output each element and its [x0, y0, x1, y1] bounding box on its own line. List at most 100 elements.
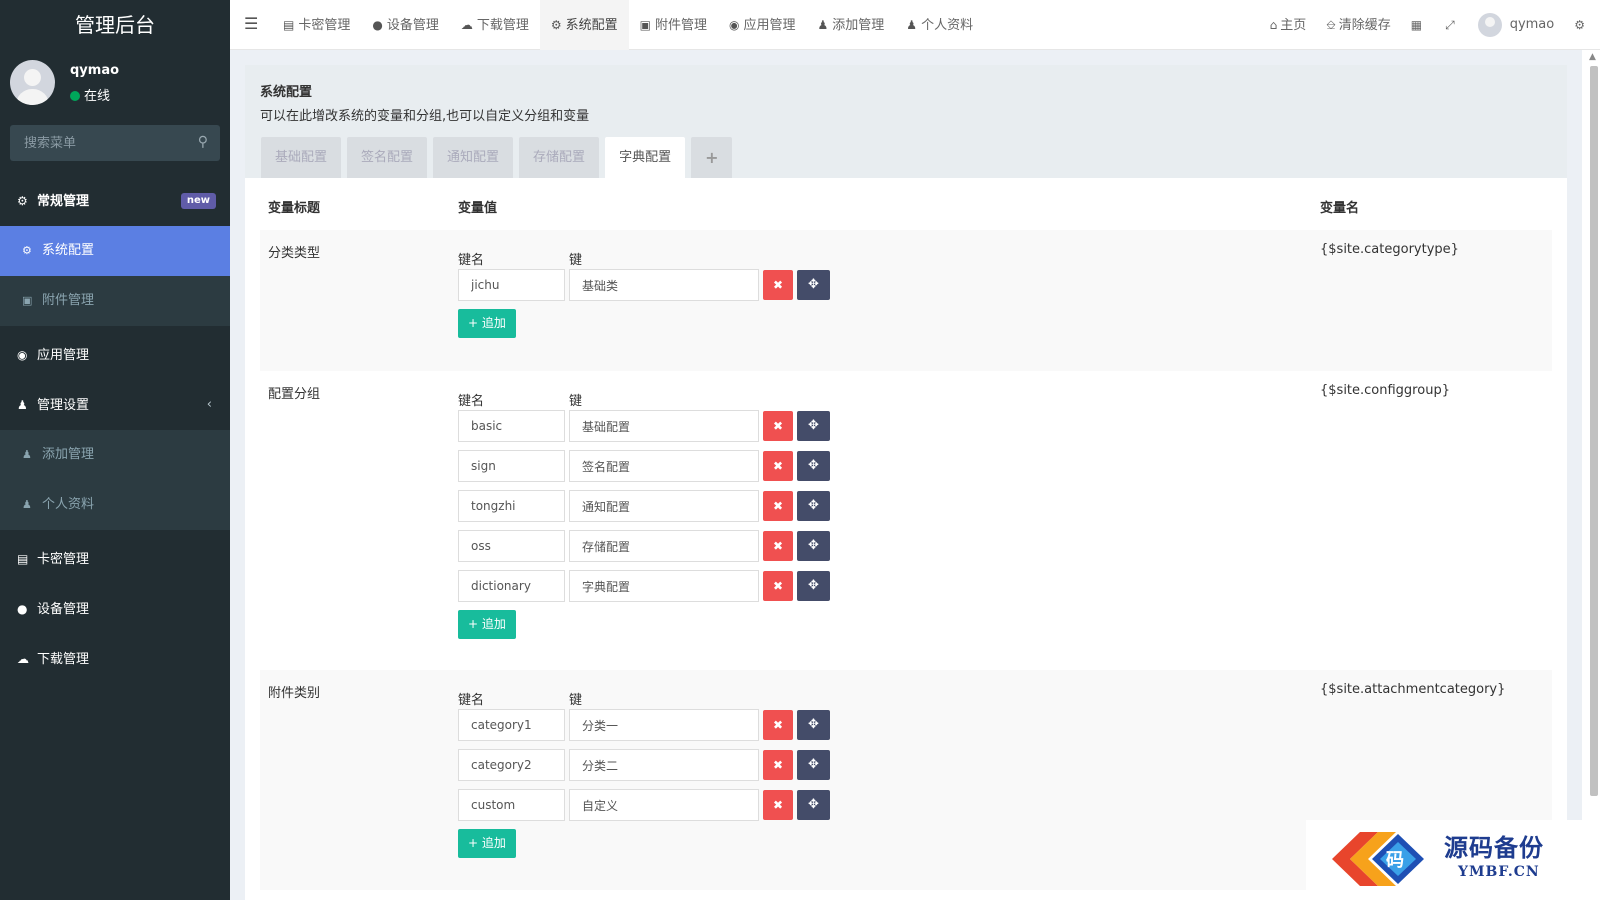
value-input[interactable] [569, 749, 759, 781]
tab-attachments[interactable]: ▣ 附件管理 [629, 0, 718, 50]
key-input[interactable] [458, 789, 565, 821]
append-button[interactable]: + 追加 [458, 610, 516, 639]
key-input[interactable] [458, 570, 565, 602]
admin-submenu: ♟ 添加管理 ♟ 个人资料 [0, 430, 230, 530]
append-button[interactable]: + 追加 [458, 309, 516, 338]
search-input[interactable] [10, 125, 180, 161]
app-logo[interactable]: 管理后台 [0, 0, 230, 50]
sidebar-item-attachments[interactable]: ▣ 附件管理 [0, 276, 230, 326]
value-input[interactable] [569, 789, 759, 821]
language-button[interactable]: ▦ [1401, 0, 1435, 50]
remove-button[interactable]: ✖ [763, 571, 793, 601]
drag-handle[interactable]: ✥ [797, 491, 830, 521]
avatar [1477, 12, 1502, 37]
tab-cards[interactable]: ▤ 卡密管理 [272, 0, 361, 50]
sidebar-item-apps[interactable]: ◉ 应用管理 [0, 330, 230, 380]
page-scrollbar[interactable]: ▲ [1588, 52, 1598, 900]
tab-system-config[interactable]: ⚙ 系统配置 [539, 0, 629, 50]
home-link[interactable]: ⌂ 主页 [1260, 0, 1317, 50]
remove-button[interactable]: ✖ [763, 750, 793, 780]
tab-sign-config[interactable]: 签名配置 [347, 137, 428, 178]
sidebar-item-cards[interactable]: ▤ 卡密管理 [0, 534, 230, 584]
tab-apps[interactable]: ◉ 应用管理 [718, 0, 807, 50]
tab-add-admin[interactable]: ♟ 添加管理 [807, 0, 896, 50]
new-badge: new [180, 193, 216, 209]
cogs-icon: ⚙ [1574, 18, 1585, 32]
drag-handle[interactable]: ✥ [797, 710, 830, 740]
value-input[interactable] [569, 410, 759, 442]
page-title: 系统配置 [260, 85, 313, 100]
sidebar-item-admin-settings[interactable]: ♟ 管理设置 ‹ [0, 380, 230, 430]
drag-handle[interactable]: ✥ [797, 790, 830, 820]
key-input[interactable] [458, 490, 565, 522]
tab-notify-config[interactable]: 通知配置 [433, 137, 514, 178]
tab-downloads[interactable]: ☁ 下载管理 [450, 0, 540, 50]
tab-basic-config[interactable]: 基础配置 [261, 137, 342, 178]
move-icon: ✥ [808, 797, 819, 812]
key-input[interactable] [458, 450, 565, 482]
sidebar-item-label: 管理设置 [37, 398, 90, 413]
sidebar-item-add-admin[interactable]: ♟ 添加管理 [0, 430, 230, 480]
close-icon: ✖ [772, 798, 784, 812]
user-menu[interactable]: qymao [1468, 0, 1565, 50]
remove-button[interactable]: ✖ [763, 451, 793, 481]
search-icon[interactable]: ⚲ [198, 134, 208, 150]
append-button[interactable]: + 追加 [458, 829, 516, 858]
header-title: 变量标题 [268, 201, 321, 216]
key-input[interactable] [458, 749, 565, 781]
sidebar-item-general[interactable]: ⚙ 常规管理 new [0, 176, 230, 226]
value-input[interactable] [569, 570, 759, 602]
value-input[interactable] [569, 269, 759, 301]
table-header: 变量标题 变量值 变量名 [260, 187, 1552, 230]
remove-button[interactable]: ✖ [763, 531, 793, 561]
remove-button[interactable]: ✖ [763, 491, 793, 521]
sidebar-item-devices[interactable]: ● 设备管理 [0, 584, 230, 634]
tab-label: 个人资料 [921, 18, 974, 33]
remove-button[interactable]: ✖ [763, 411, 793, 441]
drag-handle[interactable]: ✥ [797, 531, 830, 561]
settings-button[interactable]: ⚙ [1564, 0, 1600, 50]
value-input[interactable] [569, 450, 759, 482]
remove-button[interactable]: ✖ [763, 710, 793, 740]
drag-handle[interactable]: ✥ [797, 451, 830, 481]
remove-button[interactable]: ✖ [763, 270, 793, 300]
clear-cache-button[interactable]: ⎒ 清除缓存 [1316, 0, 1400, 50]
nav-tabs: ▤ 卡密管理 ● 设备管理 ☁ 下载管理 ⚙ 系统配置 ▣ 附件管理 ◉ 应用管理 ♟ 添加管… [272, 0, 984, 50]
move-icon: ✥ [808, 717, 819, 732]
tab-label: 附件管理 [655, 18, 708, 33]
value-input[interactable] [569, 490, 759, 522]
tab-profile[interactable]: ♟ 个人资料 [895, 0, 984, 50]
remove-button[interactable]: ✖ [763, 790, 793, 820]
scroll-thumb[interactable] [1590, 66, 1598, 796]
general-submenu: ⚙ 系统配置 ▣ 附件管理 [0, 226, 230, 326]
move-icon: ✥ [808, 578, 819, 593]
home-icon: ⌂ [1269, 18, 1278, 32]
tab-dictionary-config[interactable]: 字典配置 [605, 137, 686, 178]
key-input[interactable] [458, 269, 565, 301]
menu-toggle-icon[interactable]: ☰ [244, 14, 258, 33]
key-input[interactable] [458, 709, 565, 741]
drag-handle[interactable]: ✥ [797, 571, 830, 601]
key-input[interactable] [458, 530, 565, 562]
scroll-up-icon[interactable]: ▲ [1589, 52, 1596, 62]
kv-editor: 键名键值 ✖ ✥ + 追加 [458, 230, 830, 338]
table-row: 分类类型 键名键值 ✖ ✥ + 追加 {$site.categorytype} [260, 230, 1552, 371]
tab-devices[interactable]: ● 设备管理 [361, 0, 450, 50]
value-input[interactable] [569, 530, 759, 562]
sidebar-item-label: 常规管理 [37, 194, 90, 209]
drag-handle[interactable]: ✥ [797, 750, 830, 780]
drag-handle[interactable]: ✥ [797, 270, 830, 300]
add-tab-button[interactable]: + [691, 137, 733, 178]
sidebar-item-downloads[interactable]: ☁ 下载管理 [0, 634, 230, 684]
tab-storage-config[interactable]: 存储配置 [519, 137, 600, 178]
kv-key-label: 键名 [458, 693, 485, 708]
sidebar-item-profile[interactable]: ♟ 个人资料 [0, 480, 230, 530]
value-input[interactable] [569, 709, 759, 741]
fullscreen-button[interactable]: ⤢ [1435, 0, 1468, 50]
key-input[interactable] [458, 410, 565, 442]
kv-row: ✖ ✥ [458, 450, 830, 490]
sidebar-item-system-config[interactable]: ⚙ 系统配置 [0, 226, 230, 276]
drag-handle[interactable]: ✥ [797, 411, 830, 441]
tab-label: 系统配置 [565, 18, 618, 33]
trash-icon: ⎒ [1326, 18, 1336, 32]
